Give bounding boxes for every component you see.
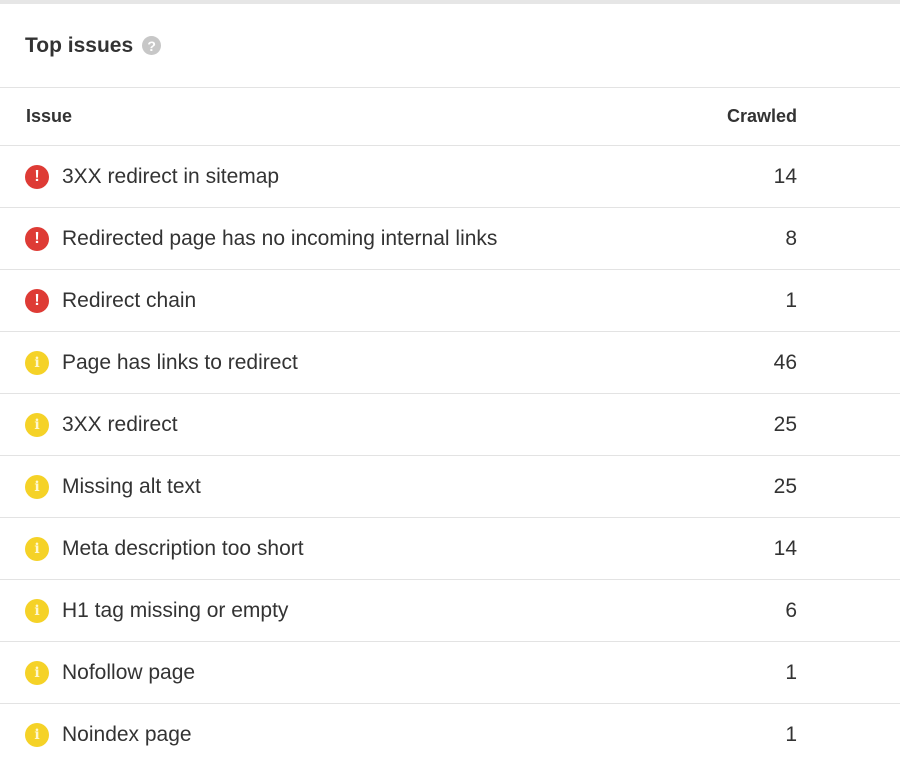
crawled-count[interactable]: 25 [597,413,900,437]
issues-table-body: ! 3XX redirect in sitemap 14 ! Redirecte… [0,146,900,766]
table-row[interactable]: i Nofollow page 1 [0,642,900,704]
issue-link[interactable]: 3XX redirect in sitemap [62,165,597,189]
column-header-issue[interactable]: Issue [0,106,597,127]
issue-link[interactable]: Noindex page [62,723,597,747]
table-row[interactable]: i Page has links to redirect 46 [0,332,900,394]
table-row[interactable]: i Meta description too short 14 [0,518,900,580]
crawled-count[interactable]: 1 [597,661,900,685]
issue-link[interactable]: Missing alt text [62,475,597,499]
crawled-count[interactable]: 14 [597,165,900,189]
crawled-count[interactable]: 1 [597,289,900,313]
table-row[interactable]: ! Redirected page has no incoming intern… [0,208,900,270]
table-row[interactable]: i 3XX redirect 25 [0,394,900,456]
crawled-count[interactable]: 14 [597,537,900,561]
issue-link[interactable]: Redirected page has no incoming internal… [62,227,597,251]
issue-link[interactable]: Meta description too short [62,537,597,561]
issue-link[interactable]: Nofollow page [62,661,597,685]
warning-icon: i [25,660,49,685]
column-header-crawled[interactable]: Crawled [597,106,900,127]
top-issues-panel: Top issues ? Issue Crawled ! 3XX redirec… [0,0,900,769]
table-row[interactable]: ! 3XX redirect in sitemap 14 [0,146,900,208]
panel-header: Top issues ? [0,4,900,88]
warning-icon: i [25,350,49,375]
table-header: Issue Crawled [0,88,900,146]
warning-icon: i [25,598,49,623]
crawled-count[interactable]: 1 [597,723,900,747]
crawled-count[interactable]: 6 [597,599,900,623]
issue-link[interactable]: Redirect chain [62,289,597,313]
crawled-count[interactable]: 46 [597,351,900,375]
warning-icon: i [25,412,49,437]
table-row[interactable]: i Missing alt text 25 [0,456,900,518]
table-row[interactable]: i H1 tag missing or empty 6 [0,580,900,642]
table-row[interactable]: i Noindex page 1 [0,704,900,766]
table-row[interactable]: ! Redirect chain 1 [0,270,900,332]
warning-icon: i [25,723,49,747]
crawled-count[interactable]: 8 [597,227,900,251]
panel-title: Top issues [25,33,134,57]
warning-icon: i [25,536,49,561]
issue-link[interactable]: H1 tag missing or empty [62,599,597,623]
crawled-count[interactable]: 25 [597,475,900,499]
error-icon: ! [25,226,49,251]
issue-link[interactable]: 3XX redirect [62,413,597,437]
issue-link[interactable]: Page has links to redirect [62,351,597,375]
warning-icon: i [25,474,49,499]
error-icon: ! [25,288,49,313]
error-icon: ! [25,164,49,189]
help-icon[interactable]: ? [142,36,162,55]
